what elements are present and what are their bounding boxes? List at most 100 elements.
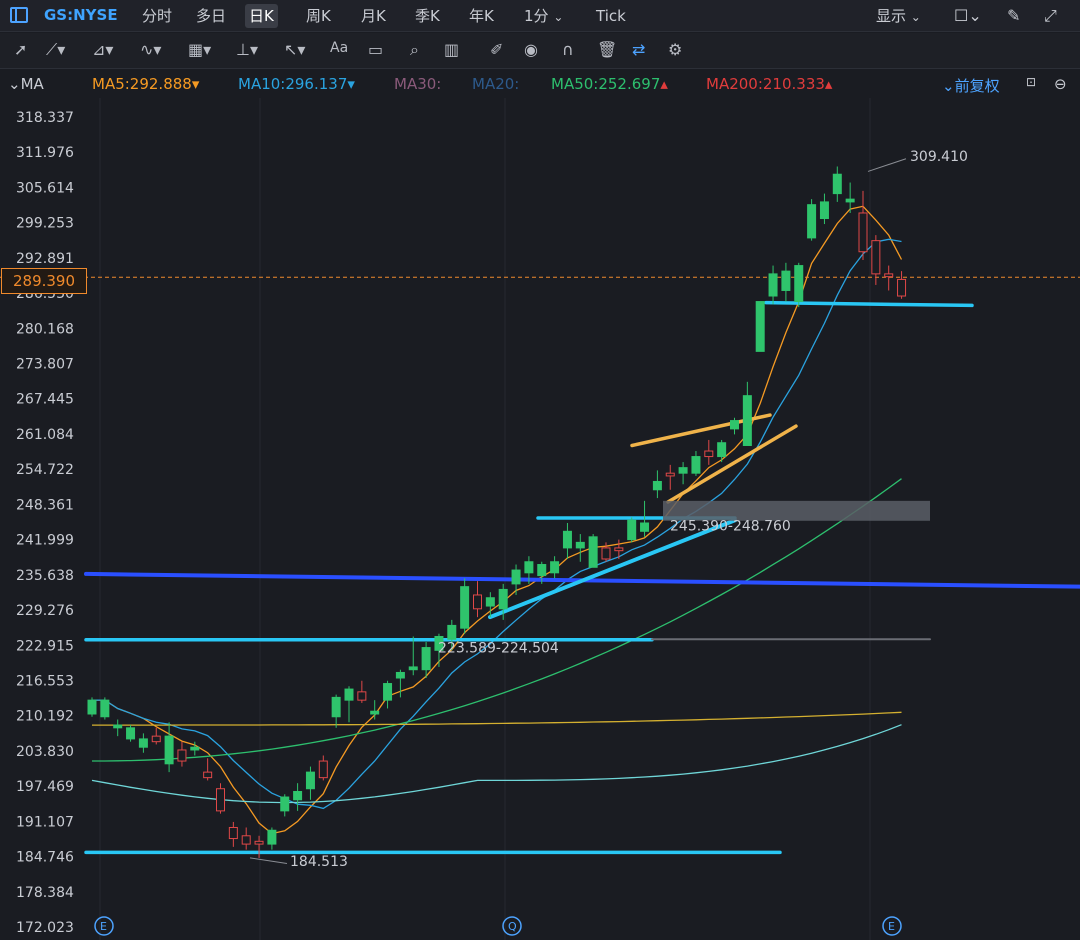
trash-icon[interactable]: 🗑: [597, 40, 617, 59]
chevron-down-icon: ⌄: [910, 10, 921, 24]
y-tick-label: 292.891: [16, 251, 74, 267]
candle-body: [421, 647, 431, 671]
axis-settings-icon[interactable]: ⊡: [1026, 75, 1036, 89]
candle-body: [627, 519, 637, 541]
level-tool-icon[interactable]: ⊥▾: [236, 40, 258, 59]
tab-daily-k[interactable]: 日K: [245, 4, 278, 28]
candle-body: [318, 760, 328, 779]
wave-tool-icon[interactable]: ∿▾: [140, 40, 161, 59]
candle-body: [370, 710, 380, 715]
y-tick-label: 178.384: [16, 885, 74, 901]
candle-body: [550, 561, 560, 574]
drawing-toolbar: ➚ ⟋▾ ⊿▾ ∿▾ ▦▾ ⊥▾ ↖▾ Aa ▭ ⌕ ▥ ✐ ◉ ∩ 🗑 ⇄ ⚙: [0, 33, 1080, 69]
candle-body: [704, 450, 714, 458]
tab-tick[interactable]: Tick: [592, 4, 630, 28]
candle-body: [601, 547, 611, 560]
candlestick-chart[interactable]: 318.337311.976305.614299.253292.891286.5…: [0, 98, 1080, 940]
tab-multi-day[interactable]: 多日: [192, 4, 230, 28]
candle-body: [460, 586, 470, 629]
wedge-lower: [666, 424, 798, 504]
candle-body: [357, 691, 367, 701]
display-label: 显示: [876, 7, 907, 25]
fibonacci-tool-icon[interactable]: ▦▾: [188, 40, 211, 59]
tab-intraday[interactable]: 分时: [138, 4, 176, 28]
tab-yearly-k[interactable]: 年K: [465, 4, 498, 28]
y-tick-label: 172.023: [16, 920, 74, 936]
event-marker-label: E: [888, 920, 895, 933]
candle-body: [858, 212, 868, 253]
indicator-icon[interactable]: ▥: [444, 40, 459, 59]
tab-weekly-k[interactable]: 周K: [302, 4, 335, 28]
candle-body: [884, 273, 894, 278]
ma-toggle[interactable]: ⌄MA: [8, 75, 44, 93]
display-menu[interactable]: 显示 ⌄: [876, 5, 921, 26]
symbol-label[interactable]: GS:NYSE: [44, 6, 118, 24]
candle-body: [293, 790, 303, 801]
low-leader: [249, 857, 288, 864]
candle-body: [498, 588, 508, 610]
y-tick-label: 311.976: [16, 145, 74, 161]
candle-body: [742, 395, 752, 446]
fullscreen-icon[interactable]: ⤢: [1044, 6, 1057, 26]
candle-body: [203, 771, 213, 779]
candle-body: [87, 699, 97, 715]
candle-body: [395, 671, 405, 679]
menu-icon[interactable]: ⊖: [1054, 75, 1067, 93]
current-price-tag: 289.390: [1, 268, 87, 294]
candle-body: [871, 240, 881, 275]
eye-icon[interactable]: ◉: [524, 40, 538, 59]
candle-body: [280, 796, 290, 812]
arrow-tool-icon[interactable]: ↖▾: [284, 40, 305, 59]
candle-body: [768, 273, 778, 297]
chevron-down-icon: ⌄: [553, 10, 564, 24]
tab-quarterly-k[interactable]: 季K: [411, 4, 444, 28]
y-tick-label: 222.915: [16, 638, 74, 654]
y-tick-label: 299.253: [16, 216, 74, 232]
candle-body: [164, 735, 174, 765]
event-marker-label: E: [100, 920, 107, 933]
candle-body: [100, 699, 110, 718]
y-tick-label: 254.722: [16, 462, 74, 478]
y-tick-label: 216.553: [16, 673, 74, 689]
candle-body: [678, 467, 688, 474]
polyline-tool-icon[interactable]: ⊿▾: [92, 40, 113, 59]
search-icon[interactable]: ⌕: [410, 40, 419, 60]
ma200-line: [92, 711, 902, 726]
candle-body: [755, 301, 765, 352]
candle-body: [485, 597, 495, 607]
y-tick-label: 203.830: [16, 744, 74, 760]
y-tick-label: 305.614: [16, 180, 74, 196]
ma5-text: MA5:292.888: [92, 75, 192, 93]
sidebar-toggle-icon[interactable]: [10, 7, 28, 23]
comment-tool-icon[interactable]: ▭: [368, 40, 383, 59]
candle-body: [832, 173, 842, 195]
tab-1min[interactable]: 1分 ⌄: [520, 4, 567, 28]
magnet-icon[interactable]: ∩: [562, 40, 574, 59]
ma50-text: MA50:252.697: [551, 75, 661, 93]
line-tool-icon[interactable]: ⟋▾: [46, 40, 65, 60]
zone-upper-label: 245.390-248.760: [670, 519, 791, 535]
text-tool-icon[interactable]: Aa: [330, 40, 348, 56]
cursor-icon[interactable]: ➚: [14, 40, 27, 59]
y-tick-label: 229.276: [16, 603, 74, 619]
brush-icon[interactable]: ✎: [1007, 6, 1020, 25]
sync-icon[interactable]: ⇄: [632, 40, 645, 59]
candle-body: [730, 420, 739, 430]
adjust-menu[interactable]: ⌄前复权: [942, 75, 1000, 96]
y-tick-label: 210.192: [16, 709, 74, 725]
y-tick-label: 261.084: [16, 427, 74, 443]
candle-body: [665, 472, 675, 477]
candle-body: [447, 624, 457, 640]
candle-body: [331, 696, 341, 718]
pen-icon[interactable]: ✐: [490, 40, 503, 59]
zone-lower-label: 223.589-224.504: [438, 641, 559, 657]
high-annotation: 309.410: [910, 149, 968, 165]
gear-icon[interactable]: ⚙: [668, 40, 682, 59]
candle-body: [113, 724, 123, 729]
ma20-value: MA20:: [472, 75, 520, 93]
y-tick-label: 267.445: [16, 392, 74, 408]
ma200-text: MA200:210.333: [706, 75, 825, 93]
ma5-value: MA5:292.888▾: [92, 75, 200, 93]
tab-monthly-k[interactable]: 月K: [357, 4, 390, 28]
checkbox-icon[interactable]: ☐⌄: [954, 6, 982, 25]
